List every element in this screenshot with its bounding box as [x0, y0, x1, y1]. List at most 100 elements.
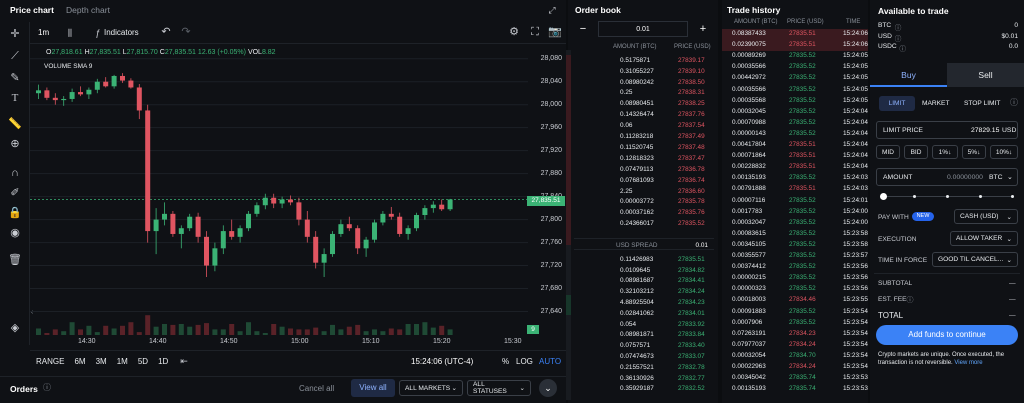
candle[interactable]: [430, 201, 436, 213]
percent-toggle[interactable]: %: [502, 357, 509, 366]
tab-price-chart[interactable]: Price chart: [10, 5, 54, 15]
candle[interactable]: [380, 210, 386, 226]
view-more-link[interactable]: View more: [954, 360, 982, 366]
order-book-row[interactable]: 0.0757571 27833.40: [574, 340, 714, 351]
candle[interactable]: [128, 78, 134, 89]
order-book-row[interactable]: 0.08980451 27838.25: [574, 99, 714, 110]
view-all-button[interactable]: View all: [351, 379, 395, 397]
slider-handle[interactable]: [880, 193, 887, 200]
candle[interactable]: [439, 199, 445, 211]
order-book-row[interactable]: 4.88925504 27834.23: [574, 297, 714, 308]
quick-price-button[interactable]: 10%↓: [990, 145, 1018, 159]
candle[interactable]: [355, 225, 361, 255]
candle[interactable]: [363, 236, 369, 257]
order-book-row[interactable]: 2.25 27836.60: [574, 186, 714, 197]
candle-type-icon[interactable]: ⫼: [64, 27, 76, 39]
step-increase-button[interactable]: +: [694, 21, 712, 37]
candle[interactable]: [237, 225, 243, 243]
execution-select[interactable]: ALLOW TAKER ⌄: [950, 231, 1018, 246]
range-button-6m[interactable]: 6M: [74, 357, 85, 367]
candle[interactable]: [414, 212, 419, 232]
order-type-limit[interactable]: LIMIT: [879, 96, 915, 111]
interval-selector[interactable]: 1m: [38, 28, 49, 37]
step-value[interactable]: 0.01: [598, 21, 688, 37]
candle[interactable]: [86, 87, 92, 99]
order-book-row[interactable]: 0.5175871 27839.17: [574, 55, 714, 66]
eye-icon[interactable]: ◉: [9, 227, 21, 239]
order-book-row[interactable]: 0.054 27833.92: [574, 319, 714, 330]
undo-icon[interactable]: ↶: [160, 26, 172, 38]
candle[interactable]: [44, 87, 50, 101]
tif-select[interactable]: GOOD TIL CANCEL... ⌄: [932, 252, 1018, 267]
order-book-row[interactable]: 0.00003772 27835.78: [574, 197, 714, 208]
order-book-row[interactable]: 0.14326474 27837.76: [574, 110, 714, 121]
candle[interactable]: [103, 77, 109, 88]
date-range-icon[interactable]: ⇤: [178, 355, 190, 367]
candle[interactable]: [447, 198, 453, 211]
candle[interactable]: [153, 208, 159, 255]
collapse-orders-button[interactable]: ⌄: [539, 379, 557, 397]
candle[interactable]: [313, 231, 319, 269]
order-book-row[interactable]: 0.25 27838.31: [574, 88, 714, 99]
order-type-stop-limit[interactable]: STOP LIMIT: [964, 100, 1000, 107]
quick-price-button[interactable]: MID: [876, 145, 900, 159]
range-button-1d[interactable]: 1D: [158, 357, 168, 367]
order-book-row[interactable]: 0.36130926 27832.77: [574, 373, 714, 384]
candle[interactable]: [212, 242, 218, 272]
candle[interactable]: [422, 205, 428, 220]
brush-icon[interactable]: ✎: [9, 72, 21, 84]
candle[interactable]: [279, 196, 285, 209]
order-book-row[interactable]: 0.0109645 27834.82: [574, 265, 714, 276]
candle[interactable]: [220, 225, 226, 255]
candlestick-chart[interactable]: [30, 45, 566, 345]
fee-info-icon[interactable]: ⓘ: [904, 294, 916, 306]
cancel-all-button[interactable]: Cancel all: [299, 384, 334, 393]
order-book-row[interactable]: 0.08981871 27833.84: [574, 330, 714, 341]
candle[interactable]: [136, 84, 142, 120]
candle[interactable]: [69, 88, 75, 102]
ruler-icon[interactable]: 📏: [8, 118, 22, 130]
order-book-row[interactable]: 0.31055227 27839.10: [574, 66, 714, 77]
order-book-row[interactable]: 0.21557521 27832.78: [574, 362, 714, 373]
order-type-info-icon[interactable]: ⓘ: [1008, 97, 1020, 109]
settings-icon[interactable]: ⚙: [508, 26, 520, 38]
candle[interactable]: [405, 225, 411, 240]
amount-input[interactable]: AMOUNT 0.00000000 BTC ⌄: [876, 168, 1018, 186]
pay-with-select[interactable]: CASH (USD) ⌄: [954, 209, 1018, 224]
quick-price-button[interactable]: BID: [904, 145, 928, 159]
order-book-row[interactable]: 0.11520745 27837.48: [574, 142, 714, 153]
tab-depth-chart[interactable]: Depth chart: [66, 5, 110, 15]
candle[interactable]: [321, 248, 327, 278]
order-book-row[interactable]: 0.02841062 27834.01: [574, 308, 714, 319]
candle[interactable]: [262, 193, 268, 210]
order-book-row[interactable]: 0.07479113 27836.78: [574, 164, 714, 175]
candle[interactable]: [178, 225, 184, 249]
order-type-market[interactable]: MARKET: [922, 100, 949, 107]
order-book-row[interactable]: 0.11426983 27835.51: [574, 254, 714, 265]
step-decrease-button[interactable]: −: [574, 21, 592, 37]
quick-price-button[interactable]: 1%↓: [932, 145, 958, 159]
candle[interactable]: [94, 78, 100, 94]
buy-tab[interactable]: Buy: [870, 63, 947, 87]
candle[interactable]: [170, 210, 176, 237]
candle[interactable]: [78, 86, 83, 97]
quick-price-button[interactable]: 5%↓: [962, 145, 986, 159]
limit-price-input[interactable]: LIMIT PRICE 27829.15 USD: [876, 121, 1018, 139]
candle[interactable]: [397, 212, 403, 237]
info-icon[interactable]: ⓘ: [899, 43, 906, 53]
indicators-button[interactable]: Indicators: [104, 28, 139, 37]
order-book-row[interactable]: 0.08980242 27838.50: [574, 77, 714, 88]
order-book-row[interactable]: 0.12818323 27837.47: [574, 153, 714, 164]
layers-icon[interactable]: ◈: [9, 322, 21, 334]
candle[interactable]: [145, 104, 151, 243]
amount-slider[interactable]: [880, 193, 1014, 201]
candle[interactable]: [330, 231, 335, 257]
order-book-row[interactable]: 0.00037162 27835.76: [574, 208, 714, 219]
candle[interactable]: [52, 93, 58, 105]
info-icon[interactable]: ⓘ: [41, 382, 53, 394]
order-book-row[interactable]: 0.07681093 27836.74: [574, 175, 714, 186]
zoom-in-icon[interactable]: ⊕: [9, 138, 21, 150]
redo-icon[interactable]: ↷: [180, 26, 192, 38]
log-toggle[interactable]: LOG: [516, 357, 533, 366]
candle[interactable]: [229, 219, 235, 240]
